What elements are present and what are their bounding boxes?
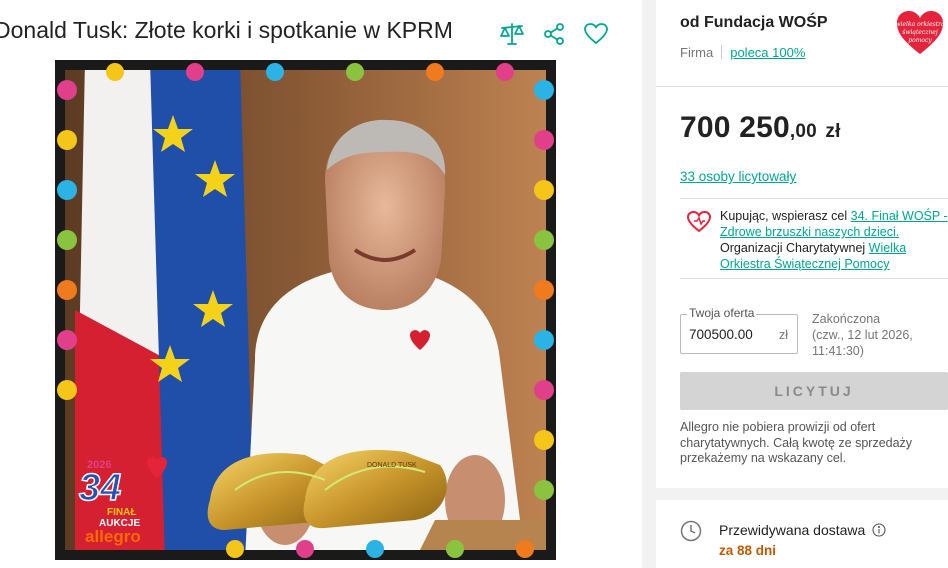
seller-recommend-link[interactable]: poleca 100%	[730, 45, 805, 60]
price-main: 700 250	[680, 111, 790, 144]
charity-info: Kupując, wspierasz cel 34. Finał WOŚP - …	[686, 208, 948, 272]
charity-prefix: Kupując, wspierasz cel	[720, 209, 851, 223]
seller-info: Firma poleca 100%	[680, 45, 805, 60]
svg-text:świątecznej: świątecznej	[902, 29, 938, 36]
info-icon[interactable]	[872, 523, 886, 537]
offer-toolbar	[498, 20, 610, 48]
commission-note: Allegro nie pobiera prowizji od ofert ch…	[680, 420, 913, 465]
svg-text:pomocy: pomocy	[908, 37, 932, 44]
wosp-logo: wielka orkiestra świątecznej pomocy	[896, 11, 944, 54]
charity-text: Kupując, wspierasz cel 34. Finał WOŚP - …	[720, 208, 948, 272]
delivery-panel: Przewidywana dostawa za 88 dni	[656, 500, 948, 568]
scales-icon	[500, 23, 524, 45]
price-currency: zł	[825, 121, 841, 142]
share-button[interactable]	[540, 20, 568, 48]
delivery-title: Przewidywana dostawa	[719, 522, 886, 538]
bid-input[interactable]	[689, 327, 769, 342]
price-cents: ,00	[789, 121, 817, 142]
delivery-days: za 88 dni	[719, 543, 777, 558]
bid-button[interactable]: LICYTUJ	[680, 372, 948, 410]
offer-title: Donald Tusk: Złote korki i spotkanie w K…	[0, 17, 453, 43]
charity-heart-icon	[686, 210, 712, 233]
offer-photo[interactable]: DONALD TUSK 2026 34 FINAŁ AUKCJE allegro	[55, 60, 556, 560]
svg-text:wielka orkiestra: wielka orkiestra	[896, 21, 944, 28]
bid-currency: zł	[778, 328, 788, 342]
purchase-panel: od Fundacja WOŚP Firma poleca 100% wielka…	[656, 0, 948, 488]
seller-type: Firma	[680, 45, 714, 60]
end-date: (czw., 12 lut 2026, 11:41:30)	[812, 328, 913, 358]
heart-icon	[584, 23, 608, 44]
seller-name[interactable]: od Fundacja WOŚP	[680, 14, 828, 32]
current-price: 700 250,00 zł	[680, 111, 841, 145]
compare-button[interactable]	[498, 20, 526, 48]
charity-org-prefix: Organizacji Charytatywnej	[720, 241, 869, 255]
share-icon	[544, 23, 564, 45]
divider	[721, 45, 723, 59]
bid-field-label: Twoja oferta	[687, 306, 757, 320]
status-label: Zakończona	[812, 312, 881, 326]
bidders-count[interactable]: 33 osoby licytowały	[680, 169, 796, 184]
badge-final: FINAŁ	[107, 507, 136, 518]
badge-brand: allegro	[85, 527, 141, 546]
divider	[680, 198, 948, 199]
shoe-inscription: DONALD TUSK	[367, 462, 417, 469]
favorite-button[interactable]	[582, 20, 610, 48]
bid-field[interactable]: Twoja oferta zł	[680, 306, 798, 354]
auction-status: Zakończona (czw., 12 lut 2026, 11:41:30)	[812, 311, 942, 359]
badge-number: 34	[79, 467, 121, 509]
clock-icon	[680, 520, 702, 542]
bidders-link[interactable]: 33 osoby licytowały	[680, 169, 796, 184]
divider	[680, 278, 948, 279]
divider	[656, 86, 948, 87]
delivery-title-text: Przewidywana dostawa	[719, 522, 866, 538]
offer-photo-graphic: DONALD TUSK 2026 34 FINAŁ AUKCJE allegro	[55, 60, 556, 560]
offer-main-panel: Donald Tusk: Złote korki i spotkanie w K…	[0, 0, 642, 568]
